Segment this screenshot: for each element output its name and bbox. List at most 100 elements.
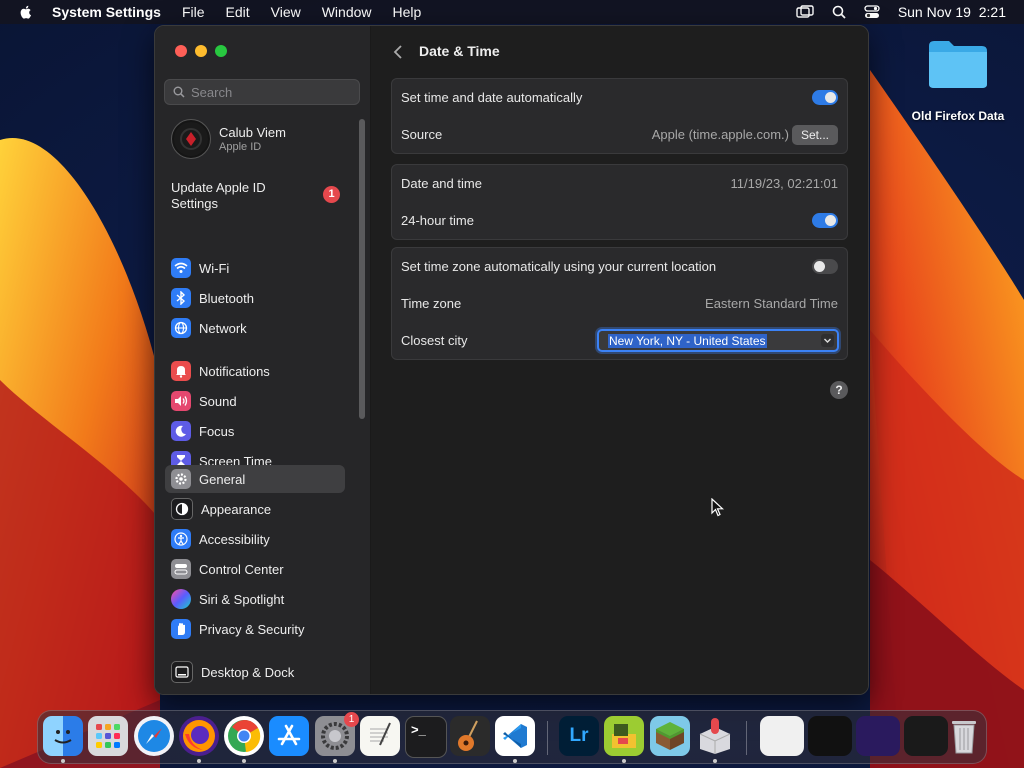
closest-city-row: Closest city New York, NY - United State… — [392, 322, 847, 359]
sidebar-item-label: Wi-Fi — [199, 260, 230, 276]
update-apple-id-label: Update Apple ID Settings — [171, 180, 266, 211]
control-center-icon[interactable] — [864, 5, 880, 19]
desktop-folder-label: Old Firefox Data — [911, 109, 1005, 123]
vscode-icon — [495, 716, 535, 756]
sidebar-item-control-center[interactable]: Control Center — [165, 555, 345, 583]
apple-id-account[interactable]: Calub Viem Apple ID — [171, 119, 286, 159]
closest-city-select[interactable]: New York, NY - United States — [597, 329, 839, 352]
sidebar-item-bluetooth[interactable]: Bluetooth — [165, 284, 345, 312]
dock-icon — [171, 661, 193, 683]
moon-icon — [171, 421, 191, 441]
24-hour-time-toggle[interactable] — [812, 213, 838, 228]
dock-textedit[interactable] — [360, 716, 400, 756]
screen-mirroring-icon[interactable] — [796, 5, 814, 19]
sidebar-search[interactable] — [164, 79, 360, 105]
menu-app-name[interactable]: System Settings — [52, 4, 161, 20]
dock-trash[interactable] — [944, 716, 984, 756]
zoom-button[interactable] — [215, 45, 227, 57]
dock-minimized-window-4[interactable] — [904, 716, 948, 756]
grass-block-icon — [650, 716, 690, 756]
system-settings-window: Calub Viem Apple ID Update Apple ID Sett… — [154, 25, 869, 695]
hand-icon — [171, 619, 191, 639]
sidebar-scrollbar[interactable] — [359, 119, 365, 419]
bell-icon — [171, 361, 191, 381]
sidebar: Calub Viem Apple ID Update Apple ID Sett… — [155, 26, 371, 694]
set-source-button[interactable]: Set... — [791, 125, 838, 145]
search-icon — [173, 86, 185, 98]
sidebar-item-appearance[interactable]: Appearance — [165, 495, 345, 523]
menu-window[interactable]: Window — [322, 4, 372, 20]
time-zone-value: Eastern Standard Time — [705, 296, 838, 311]
sidebar-item-label: Network — [199, 320, 247, 336]
sidebar-item-label: Accessibility — [199, 531, 270, 547]
launchpad-icon — [88, 716, 128, 756]
main-pane: Date & Time Set time and date automatica… — [371, 26, 868, 694]
sidebar-item-siri-spotlight[interactable]: Siri & Spotlight — [165, 585, 345, 613]
menu-view[interactable]: View — [271, 4, 301, 20]
time-zone-row: Time zone Eastern Standard Time — [392, 285, 847, 322]
auto-time-group: Set time and date automatically Source A… — [391, 78, 848, 154]
dock-lightroom[interactable]: Lr — [559, 716, 599, 756]
dock-separator — [547, 721, 548, 755]
sidebar-item-wifi[interactable]: Wi-Fi — [165, 254, 345, 282]
dock-terminal[interactable]: >_ — [405, 716, 447, 758]
close-button[interactable] — [175, 45, 187, 57]
closest-city-label: Closest city — [401, 333, 468, 348]
24-hour-time-label: 24-hour time — [401, 213, 474, 228]
dock-minimized-window-1[interactable] — [760, 716, 804, 756]
menubar-clock[interactable]: Sun Nov 19 2:21 — [898, 4, 1006, 20]
dock-minecraft[interactable] — [650, 716, 690, 756]
dock-garageband[interactable] — [450, 716, 490, 756]
time-zone-label: Time zone — [401, 296, 462, 311]
source-value: Apple (time.apple.com.) — [651, 127, 789, 142]
sidebar-item-label: Appearance — [201, 501, 272, 517]
dock-finder[interactable] — [43, 716, 83, 763]
dock-minecraft-dungeons[interactable] — [604, 716, 644, 763]
sidebar-item-network[interactable]: Network — [165, 314, 345, 342]
window-thumbnail-icon — [904, 716, 948, 756]
back-arrow-icon[interactable] — [391, 43, 405, 61]
finder-icon — [43, 716, 83, 756]
siri-icon — [171, 589, 191, 609]
sidebar-item-desktop-dock[interactable]: Desktop & Dock — [165, 658, 345, 686]
sidebar-item-notifications[interactable]: Notifications — [165, 357, 345, 385]
sidebar-item-general[interactable]: General — [165, 465, 345, 493]
sidebar-item-sound[interactable]: Sound — [165, 387, 345, 415]
sidebar-item-focus[interactable]: Focus — [165, 417, 345, 445]
menu-edit[interactable]: Edit — [226, 4, 250, 20]
gear-icon — [171, 469, 191, 489]
dock-firefox[interactable] — [179, 716, 219, 763]
bluetooth-icon — [171, 288, 191, 308]
speaker-icon — [171, 391, 191, 411]
dock-parallels[interactable] — [695, 716, 735, 763]
page-title: Date & Time — [419, 43, 500, 59]
auto-timezone-toggle[interactable] — [812, 259, 838, 274]
dock-vscode[interactable] — [495, 716, 535, 763]
set-time-auto-toggle[interactable] — [812, 90, 838, 105]
update-apple-id-item[interactable]: Update Apple ID Settings 1 — [171, 180, 356, 212]
dock-chrome[interactable] — [224, 716, 264, 763]
account-subtitle: Apple ID — [219, 141, 262, 153]
dock-app-store[interactable] — [269, 716, 309, 756]
window-controls — [175, 45, 227, 57]
mouse-cursor-icon — [711, 498, 725, 517]
dock-safari[interactable] — [134, 716, 174, 756]
apple-logo-icon[interactable] — [18, 4, 34, 20]
dock-minimized-window-2[interactable] — [808, 716, 852, 756]
dock-minimized-window-3[interactable] — [856, 716, 900, 756]
dock-system-settings[interactable]: 1 — [315, 712, 359, 763]
sidebar-item-label: Notifications — [199, 363, 270, 379]
control-center-icon — [171, 559, 191, 579]
sidebar-item-accessibility[interactable]: Accessibility — [165, 525, 345, 553]
help-button[interactable]: ? — [830, 381, 848, 399]
spotlight-search-icon[interactable] — [832, 5, 846, 19]
dock-launchpad[interactable] — [88, 716, 128, 756]
sidebar-item-privacy-security[interactable]: Privacy & Security — [165, 615, 345, 643]
menu-help[interactable]: Help — [393, 4, 422, 20]
search-input[interactable] — [189, 83, 353, 101]
set-time-auto-row: Set time and date automatically — [392, 79, 847, 116]
menu-file[interactable]: File — [182, 4, 205, 20]
desktop-folder[interactable]: Old Firefox Data — [906, 38, 1010, 123]
sidebar-item-label: Focus — [199, 423, 235, 439]
minimize-button[interactable] — [195, 45, 207, 57]
